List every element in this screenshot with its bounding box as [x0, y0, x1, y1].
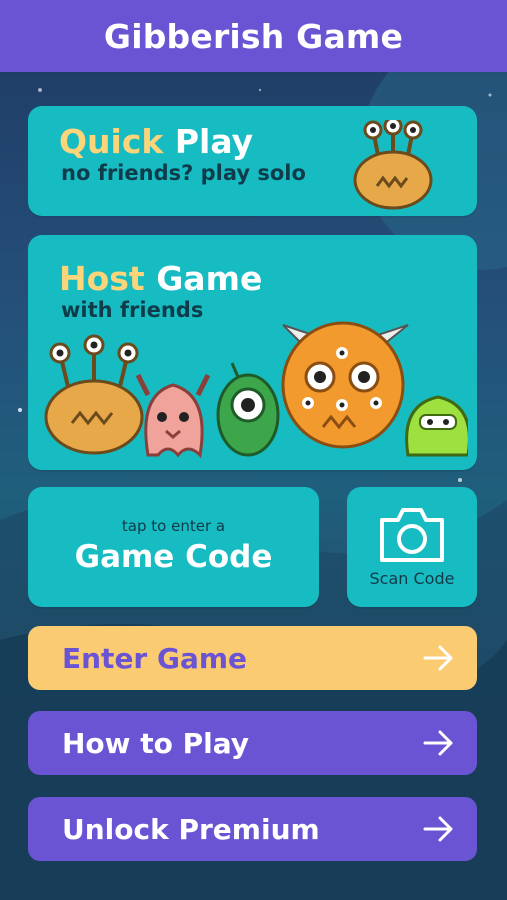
arrow-right-icon	[423, 816, 453, 842]
scan-code-button[interactable]: Scan Code	[347, 487, 477, 607]
quick-play-title: Quick Play	[59, 122, 253, 161]
quick-play-card[interactable]: Quick Play no friends? play solo	[28, 106, 477, 216]
how-to-play-label: How to Play	[62, 726, 250, 760]
host-game-title-accent: Host	[59, 259, 145, 298]
game-code-label: Game Code	[74, 539, 273, 575]
how-to-play-button[interactable]: How to Play	[28, 711, 477, 775]
host-game-title-rest: Game	[144, 259, 263, 298]
monster-group-icon	[44, 321, 468, 459]
unlock-premium-label: Unlock Premium	[62, 812, 320, 846]
enter-game-label: Enter Game	[62, 641, 248, 675]
host-game-card[interactable]: Host Game with friends	[28, 235, 477, 470]
unlock-premium-button[interactable]: Unlock Premium	[28, 797, 477, 861]
scan-code-label: Scan Code	[369, 569, 455, 588]
game-code-card[interactable]: tap to enter a Game Code	[28, 487, 319, 607]
quick-play-title-rest: Play	[163, 122, 254, 161]
game-code-hint: tap to enter a	[121, 517, 226, 535]
app-title: Gibberish Game	[103, 16, 404, 56]
arrow-right-icon	[423, 645, 453, 671]
app-header: Gibberish Game	[0, 0, 507, 72]
host-game-title: Host Game	[59, 259, 262, 298]
quick-play-title-accent: Quick	[59, 122, 164, 161]
quick-play-subtitle: no friends? play solo	[61, 161, 306, 185]
camera-icon	[380, 508, 444, 562]
enter-game-button[interactable]: Enter Game	[28, 626, 477, 690]
yellow-monster-icon	[353, 120, 433, 210]
arrow-right-icon	[423, 730, 453, 756]
